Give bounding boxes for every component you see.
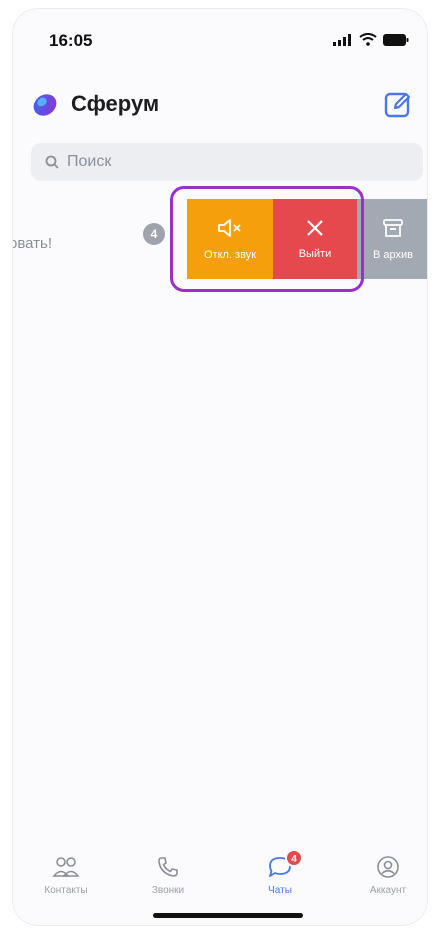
close-icon	[307, 220, 323, 236]
search-input[interactable]: Поиск	[31, 143, 423, 181]
mute-button[interactable]: Откл. звук	[187, 199, 273, 279]
phone-icon	[158, 857, 178, 877]
contacts-icon	[52, 857, 80, 877]
tab-chats[interactable]: 4 Чаты	[235, 849, 325, 896]
tab-contacts[interactable]: Контакты	[21, 855, 111, 896]
mute-label: Откл. звук	[203, 249, 257, 261]
tab-account[interactable]: Аккаунт	[343, 855, 427, 896]
status-time: 16:05	[49, 31, 93, 50]
search-icon	[45, 155, 59, 169]
archive-label: В архив	[373, 249, 413, 261]
compose-icon[interactable]	[383, 89, 413, 119]
tab-label-calls: Звонки	[151, 885, 185, 896]
chat-row-swiped[interactable]: овать! 4 Откл. звук Выйти В архив	[12, 186, 427, 292]
home-indicator[interactable]	[153, 913, 303, 918]
tab-bar: Контакты Звонки 4 Чаты Аккаунт	[13, 843, 427, 913]
tab-calls[interactable]: Звонки	[123, 855, 213, 896]
phone-screen: 16:05 Сферум Поиск овать! 4 Откл. звук В…	[12, 8, 428, 926]
status-bar: 16:05	[13, 9, 427, 69]
leave-button[interactable]: Выйти	[273, 199, 357, 279]
wifi-icon	[359, 33, 377, 46]
unread-badge: 4	[143, 223, 165, 245]
chats-badge: 4	[285, 849, 303, 867]
app-title: Сферум	[71, 91, 160, 116]
battery-icon	[383, 33, 409, 46]
archive-button[interactable]: В архив	[357, 199, 427, 279]
search-placeholder: Поиск	[67, 153, 112, 170]
leave-label: Выйти	[298, 248, 332, 260]
tab-label-chats: Чаты	[268, 885, 292, 896]
account-icon	[377, 856, 399, 878]
sferum-logo-icon	[33, 94, 57, 116]
signal-icon	[333, 33, 351, 46]
app-header: Сферум	[13, 81, 427, 125]
status-icons	[333, 33, 409, 46]
speaker-mute-icon	[218, 219, 241, 237]
chat-preview-text: овать!	[12, 235, 53, 252]
tab-label-account: Аккаунт	[369, 885, 407, 896]
archive-icon	[383, 219, 403, 237]
tab-label-contacts: Контакты	[44, 885, 88, 896]
